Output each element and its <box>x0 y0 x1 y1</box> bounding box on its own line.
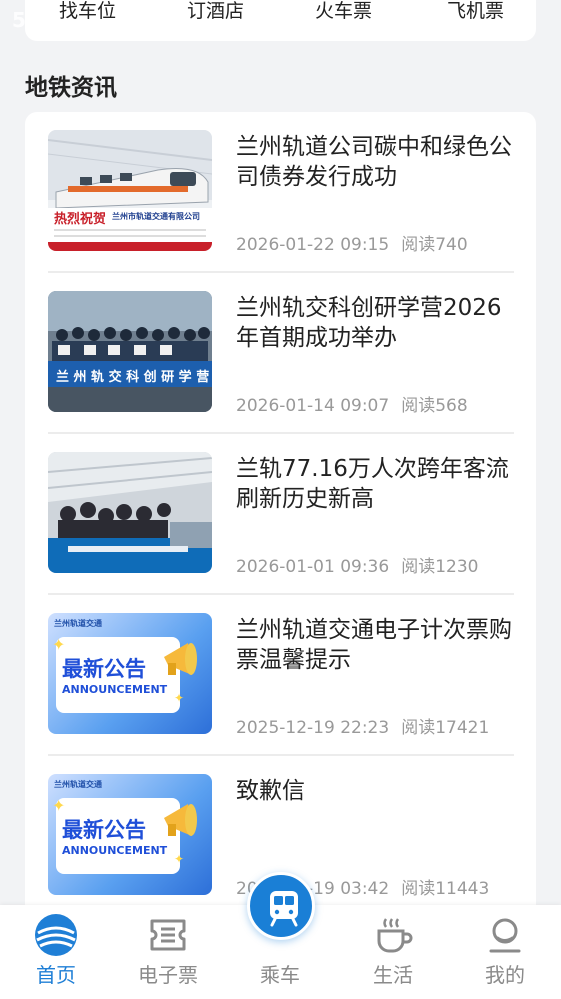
news-reads: 阅读11443 <box>401 879 490 899</box>
sparkle-icon: ✦ <box>52 635 66 654</box>
tab-label: 电子票 <box>138 963 198 987</box>
section-title: 地铁资讯 <box>25 75 117 101</box>
tab-mine[interactable]: 我的 <box>449 905 561 999</box>
announcement-subtitle: ANNOUNCEMENT <box>62 683 168 696</box>
news-reads: 阅读568 <box>401 396 468 416</box>
company-text: 兰州市轨道交通有限公司 <box>112 212 200 221</box>
news-title: 致歉信 <box>236 778 305 804</box>
tab-label: 首页 <box>36 963 76 987</box>
congrats-text: 热烈祝贺 <box>54 212 107 227</box>
home-logo-icon <box>35 914 77 956</box>
metro-icon <box>270 891 298 927</box>
user-icon <box>489 918 521 953</box>
quick-link-hotel[interactable]: 订酒店 <box>187 0 244 23</box>
news-reads: 阅读740 <box>401 235 468 255</box>
news-list: 热烈祝贺 兰州市轨道交通有限公司 兰州轨道公司碳中和绿色公司债券发行成功 202… <box>25 112 536 932</box>
news-date: 2025-12-19 22:23 <box>236 718 390 738</box>
tab-home[interactable]: 首页 <box>0 905 112 999</box>
quick-link-train[interactable]: 火车票 <box>315 0 372 23</box>
megaphone-icon <box>164 643 197 675</box>
announcement-image: 兰州轨道交通 最新公告 ANNOUNCEMENT ✦ ✦ <box>48 774 212 895</box>
news-title: 兰州轨交科创研学营2026年首期成功举办 <box>236 295 502 351</box>
news-date: 2026-01-01 09:36 <box>236 557 390 577</box>
news-date: 2026-01-22 09:15 <box>236 235 390 255</box>
news-meta: 2026-01-22 09:15 阅读740 <box>236 230 468 255</box>
news-item[interactable]: 兰轨77.16万人次跨年客流刷新历史新高 2026-01-01 09:36 阅读1… <box>48 434 514 595</box>
status-bar-fragment: 5 <box>12 8 26 32</box>
announcement-title: 最新公告 <box>62 818 146 842</box>
quick-link-parking[interactable]: 找车位 <box>59 0 116 23</box>
ride-qr-button[interactable] <box>247 872 315 940</box>
announcement-title: 最新公告 <box>62 657 146 681</box>
quick-links-card: 找车位 订酒店 火车票 飞机票 <box>25 0 536 41</box>
news-item[interactable]: 兰州轨道交通 最新公告 ANNOUNCEMENT ✦ ✦ 兰州轨道交通电子计次票… <box>48 595 514 756</box>
announcement-logo-text: 兰州轨道交通 <box>54 780 102 789</box>
news-title: 兰州轨道公司碳中和绿色公司债券发行成功 <box>236 134 512 190</box>
news-item[interactable]: 热烈祝贺 兰州市轨道交通有限公司 兰州轨道公司碳中和绿色公司债券发行成功 202… <box>48 112 514 273</box>
tab-e-ticket[interactable]: 电子票 <box>112 905 224 999</box>
coffee-cup-icon <box>377 918 413 953</box>
sparkle-icon: ✦ <box>174 691 185 705</box>
quick-link-flight[interactable]: 飞机票 <box>447 0 504 23</box>
news-title: 兰轨77.16万人次跨年客流刷新历史新高 <box>236 456 509 512</box>
study-camp-group-photo: 兰 州 轨 交 科 创 研 学 营 <box>48 291 212 412</box>
announcement-logo-text: 兰州轨道交通 <box>54 619 102 628</box>
banner-text: 兰 州 轨 交 科 创 研 学 营 <box>56 370 210 385</box>
train-celebration-image: 热烈祝贺 兰州市轨道交通有限公司 <box>48 130 212 251</box>
announcement-subtitle: ANNOUNCEMENT <box>62 844 168 857</box>
news-meta: 2026-01-14 09:07 阅读568 <box>236 391 468 416</box>
news-title: 兰州轨道交通电子计次票购票温馨提示 <box>236 617 512 673</box>
sparkle-icon: ✦ <box>52 796 66 815</box>
news-reads: 阅读1230 <box>401 557 479 577</box>
tab-life[interactable]: 生活 <box>337 905 449 999</box>
ticket-icon <box>150 919 186 951</box>
tab-label: 乘车 <box>260 963 300 987</box>
news-item[interactable]: 兰 州 轨 交 科 创 研 学 营 兰州轨交科创研学营2026年首期成功举办 2… <box>48 273 514 434</box>
sparkle-icon: ✦ <box>174 852 185 866</box>
tab-label: 我的 <box>485 963 525 987</box>
announcement-image: 兰州轨道交通 最新公告 ANNOUNCEMENT ✦ ✦ <box>48 613 212 734</box>
news-meta: 2025-12-19 22:23 阅读17421 <box>236 713 489 738</box>
station-crowd-photo <box>48 452 212 573</box>
news-reads: 阅读17421 <box>401 718 490 738</box>
megaphone-icon <box>164 804 197 836</box>
news-meta: 2026-01-01 09:36 阅读1230 <box>236 552 478 577</box>
tab-label: 生活 <box>373 963 413 987</box>
news-date: 2026-01-14 09:07 <box>236 396 390 416</box>
